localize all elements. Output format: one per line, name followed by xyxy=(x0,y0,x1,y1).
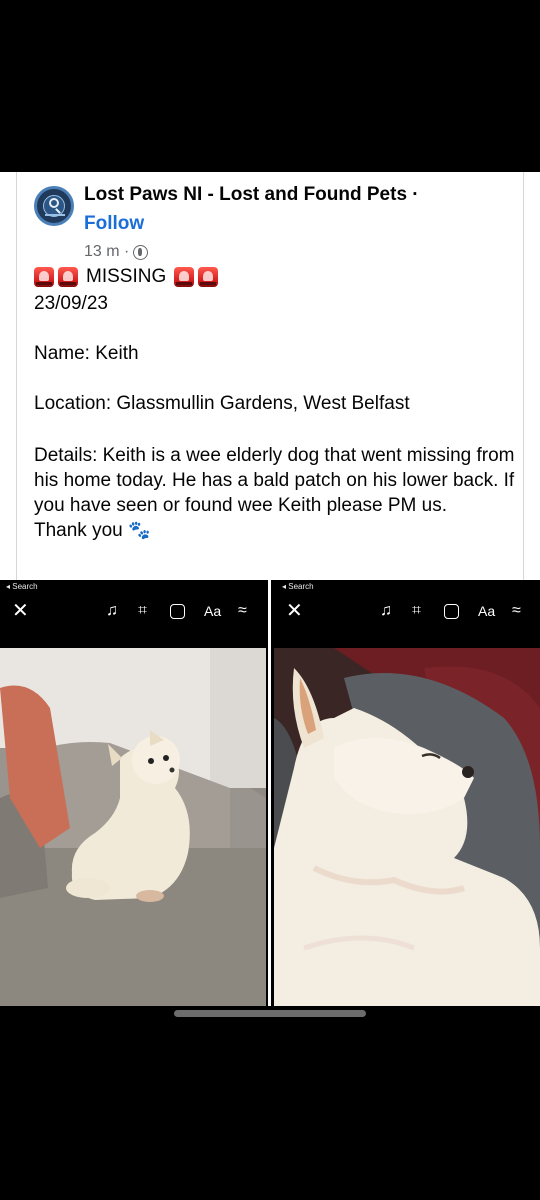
post-date: 23/09/23 xyxy=(34,293,108,314)
siren-emoji-icon xyxy=(34,267,54,287)
globe-icon xyxy=(133,244,149,260)
sleeping-dog-image xyxy=(274,648,540,1006)
post-time[interactable]: 13 m · xyxy=(84,243,129,261)
text-tool-button[interactable]: Aa xyxy=(478,602,495,620)
panel-divider-line xyxy=(268,580,271,1028)
sticker-icon[interactable] xyxy=(444,604,459,619)
music-icon[interactable]: ♫ xyxy=(380,602,392,620)
siren-emoji-icon xyxy=(58,267,78,287)
home-indicator[interactable] xyxy=(174,1010,366,1017)
paw-prints-icon: 🐾 xyxy=(128,520,151,540)
story-editor-left: ◂ Search ✕ ♫ ⌗ Aa ≈ xyxy=(0,580,266,1006)
siren-emoji-icon xyxy=(198,267,219,287)
dog-photo-sleeping xyxy=(274,648,540,1006)
dog-photo-sofa xyxy=(0,648,266,1006)
text-tool-button[interactable]: Aa xyxy=(204,602,221,620)
thank-you-text: Thank you xyxy=(34,520,123,541)
crop-icon[interactable]: ⌗ xyxy=(138,602,147,620)
close-icon[interactable]: ✕ xyxy=(12,601,29,621)
sticker-icon[interactable] xyxy=(170,604,185,619)
post-meta: 13 m · xyxy=(84,243,149,261)
follow-button[interactable]: Follow xyxy=(84,213,144,235)
crop-icon[interactable]: ⌗ xyxy=(412,602,421,620)
logo-text-bar xyxy=(45,214,65,216)
page-avatar[interactable] xyxy=(34,186,74,226)
magnifier-icon xyxy=(49,198,59,208)
location-line: Location: Glassmullin Gardens, West Belf… xyxy=(34,393,410,414)
close-icon[interactable]: ✕ xyxy=(286,601,303,621)
dog-on-sofa-image xyxy=(0,648,266,1006)
music-icon[interactable]: ♫ xyxy=(106,602,118,620)
page-name[interactable]: Lost Paws NI - Lost and Found Pets · xyxy=(84,184,419,206)
dog-name-line: Name: Keith xyxy=(34,343,139,364)
bottom-black-area xyxy=(0,1006,540,1200)
details-text: Details: Keith is a wee elderly dog that… xyxy=(34,445,515,516)
siren-emoji-icon xyxy=(174,267,195,287)
draw-icon[interactable]: ≈ xyxy=(512,602,521,620)
top-black-area xyxy=(0,0,540,172)
draw-icon[interactable]: ≈ xyxy=(238,602,247,620)
missing-label: MISSING xyxy=(86,266,167,287)
post-details: Details: Keith is a wee elderly dog that… xyxy=(34,443,524,543)
back-to-search-link[interactable]: ◂ Search xyxy=(282,582,314,591)
missing-heading: MISSING xyxy=(34,266,219,288)
story-editor-right: ◂ Search ✕ ♫ ⌗ Aa ≈ xyxy=(274,580,540,1006)
back-to-search-link[interactable]: ◂ Search xyxy=(6,582,38,591)
